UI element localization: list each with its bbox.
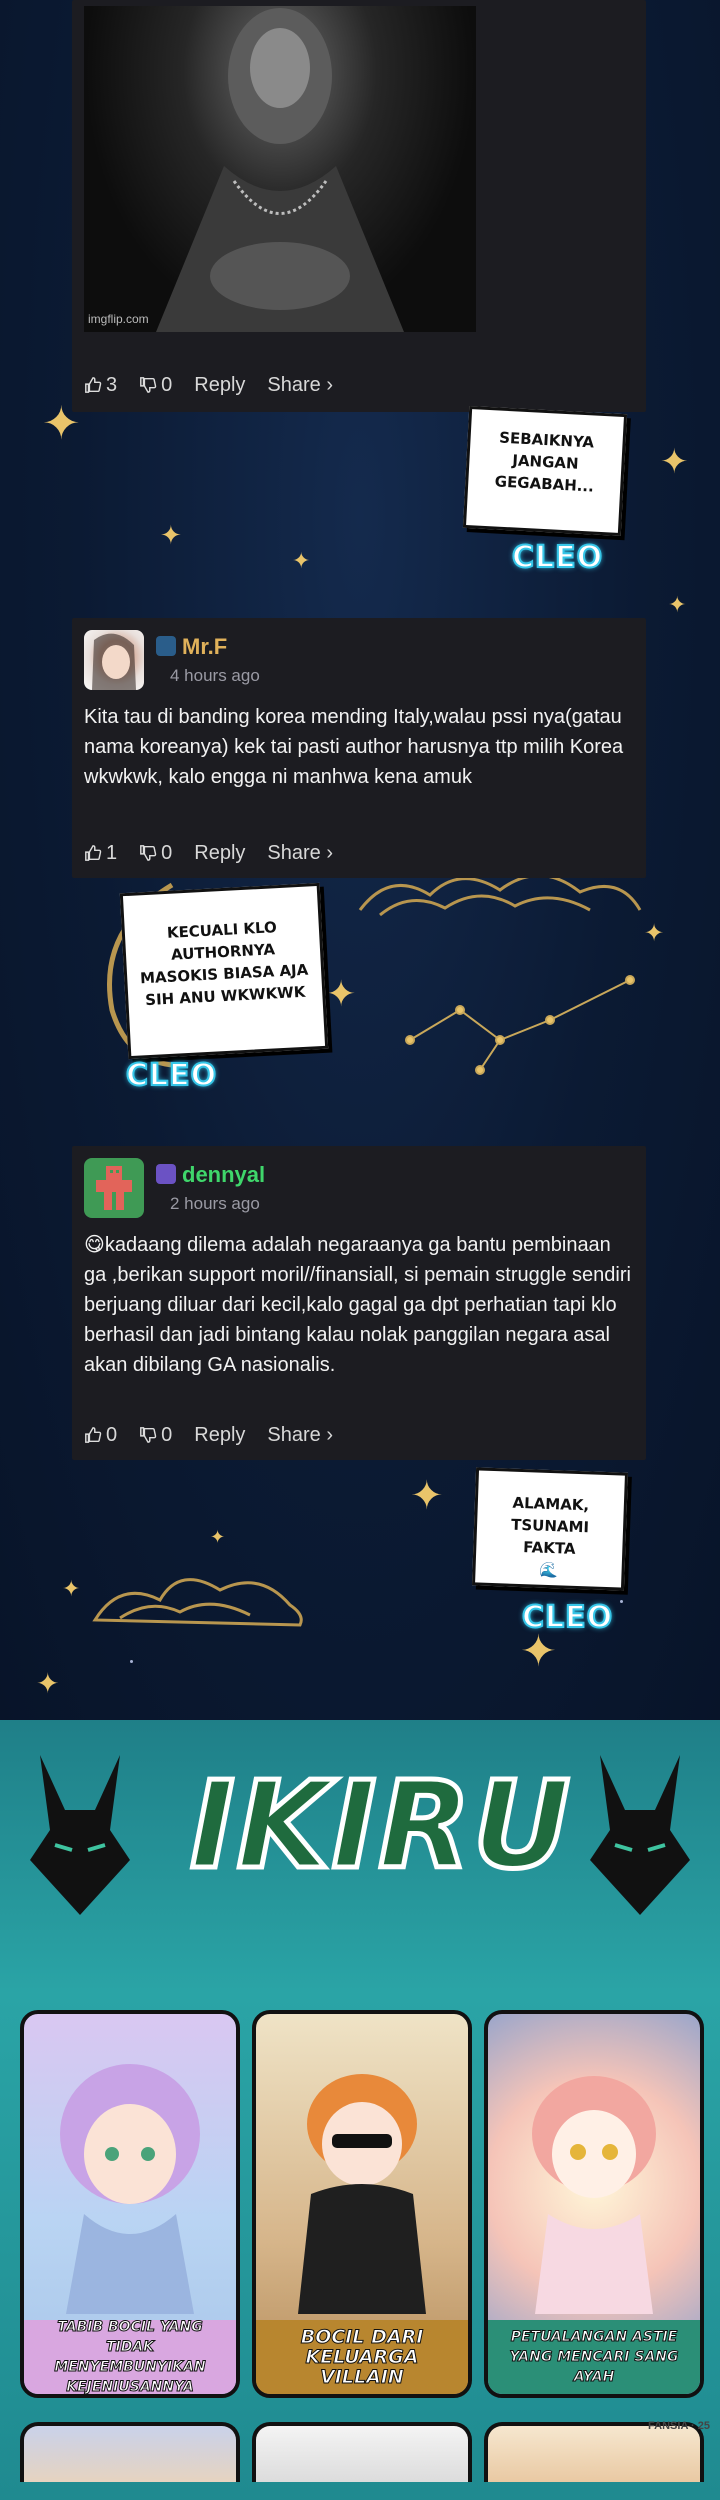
star-icon: ✦ (660, 443, 689, 481)
share-button[interactable]: Share › (267, 1424, 333, 1447)
anubis-head-icon (30, 1755, 130, 1915)
like-count: 3 (106, 374, 118, 396)
speech-bubble: KECUALI KLO AUTHORNYA MASOKIS BIASA AJA … (119, 882, 329, 1060)
watermark: FANSIA · 25 (648, 2420, 710, 2432)
comment-actions: 1 0 Reply Share › (84, 842, 333, 865)
constellation-lines (405, 975, 635, 1075)
comment-card: dennyal 2 hours ago 😋kadaang dilema adal… (72, 1146, 646, 1460)
username-text: Mr.F (182, 634, 228, 659)
username-text: dennyal (182, 1162, 266, 1187)
speaker-label: CLEO (521, 1599, 614, 1636)
comment-time: 2 hours ago (170, 1194, 260, 1213)
comment-time: 4 hours ago (170, 666, 260, 685)
series-cover-art (532, 2076, 656, 2314)
series-title: BOCIL DARI KELUARGA VILLAIN (256, 2320, 468, 2394)
promo-banner: IKIRU TABIB BOCIL YANG TIDAK MENYEMBUNYI… (0, 1720, 720, 2500)
share-button[interactable]: Share › (267, 374, 333, 397)
series-title: TABIB BOCIL YANG TIDAK MENYEMBUNYIKAN KE… (24, 2319, 236, 2394)
dislike-count: 0 (161, 374, 173, 396)
star-icon: ✦ (292, 548, 311, 573)
speaker-label: CLEO (511, 539, 604, 576)
reply-button[interactable]: Reply (194, 842, 245, 865)
comment-card: Mr.F 4 hours ago Kita tau di banding kor… (72, 618, 646, 878)
speech-bubble: SEBAIKNYA JANGAN GEGABAH... (462, 405, 628, 537)
star-icon: ✦ (520, 1627, 557, 1676)
avatar[interactable] (84, 630, 144, 690)
series-card[interactable] (20, 2422, 240, 2482)
series-title: PETUALANGAN ASTIE YANG MENCARI SANG AYAH (488, 2320, 700, 2394)
series-card[interactable] (252, 2422, 472, 2482)
user-badge-icon (156, 636, 176, 656)
speech-bubble: ALAMAK, TSUNAMI FAKTA 🌊 (471, 1467, 629, 1591)
like-count: 1 (106, 842, 118, 864)
series-card[interactable]: PETUALANGAN ASTIE YANG MENCARI SANG AYAH (484, 2010, 704, 2398)
series-card[interactable]: BOCIL DARI KELUARGA VILLAIN (252, 2010, 472, 2398)
thumbs-down-icon (140, 377, 157, 393)
meme-figure (156, 8, 404, 332)
comment-actions: 3 0 Reply Share › (84, 374, 333, 397)
star-icon: ✦ (160, 520, 182, 550)
star-icon: ✦ (210, 1527, 226, 1547)
star-icon: ✦ (668, 592, 687, 617)
speaker-label: CLEO (125, 1057, 218, 1094)
thumbs-down-icon (140, 845, 157, 861)
reply-button[interactable]: Reply (194, 1424, 245, 1447)
anubis-head-icon (590, 1755, 690, 1915)
dislike-button[interactable]: 0 (139, 1424, 172, 1447)
site-logo[interactable]: IKIRU (188, 1752, 573, 1902)
comment-text: Kita tau di banding korea mending Italy,… (84, 706, 624, 788)
thumbs-up-icon (85, 377, 102, 393)
star-icon: ✦ (62, 1576, 81, 1601)
comment-text: 😋kadaang dilema adalah negaraanya ga ban… (84, 1234, 631, 1376)
sky-dot (620, 1600, 623, 1603)
star-icon: ✦ (36, 1668, 60, 1699)
series-cover-art (298, 2074, 426, 2314)
thumbs-down-icon (140, 1427, 157, 1443)
thumbs-up-icon (85, 1427, 102, 1443)
like-button[interactable]: 1 (84, 842, 117, 865)
series-card[interactable]: TABIB BOCIL YANG TIDAK MENYEMBUNYIKAN KE… (20, 2010, 240, 2398)
username[interactable]: Mr.F (156, 634, 227, 660)
dislike-count: 0 (161, 1424, 173, 1446)
star-icon: ✦ (326, 973, 357, 1014)
username[interactable]: dennyal (156, 1162, 265, 1188)
like-button[interactable]: 3 (84, 374, 117, 397)
reply-button[interactable]: Reply (194, 374, 245, 397)
comment-actions: 0 0 Reply Share › (84, 1424, 333, 1447)
user-badge-icon (156, 1164, 176, 1184)
image-watermark: imgflip.com (88, 312, 149, 326)
comment-card: imgflip.com 3 0 Reply Share › (72, 0, 646, 412)
like-count: 0 (106, 1424, 118, 1446)
starry-background: ✦ ✦ ✦ ✦ ✦ ✦ ✦ ✦ ✦ ✦ ✦ ✦ imgflip.com 3 0 … (0, 0, 720, 1720)
avatar[interactable] (84, 1158, 144, 1218)
share-button[interactable]: Share › (267, 842, 333, 865)
dislike-button[interactable]: 0 (139, 374, 172, 397)
series-cover-art (60, 2064, 200, 2314)
dislike-button[interactable]: 0 (139, 842, 172, 865)
star-icon: ✦ (410, 1474, 444, 1518)
sky-dot (130, 1660, 133, 1663)
comment-image[interactable]: imgflip.com (84, 6, 476, 332)
thumbs-up-icon (85, 845, 102, 861)
dislike-count: 0 (161, 842, 173, 864)
cloud-ornament (92, 1578, 303, 1627)
like-button[interactable]: 0 (84, 1424, 117, 1447)
